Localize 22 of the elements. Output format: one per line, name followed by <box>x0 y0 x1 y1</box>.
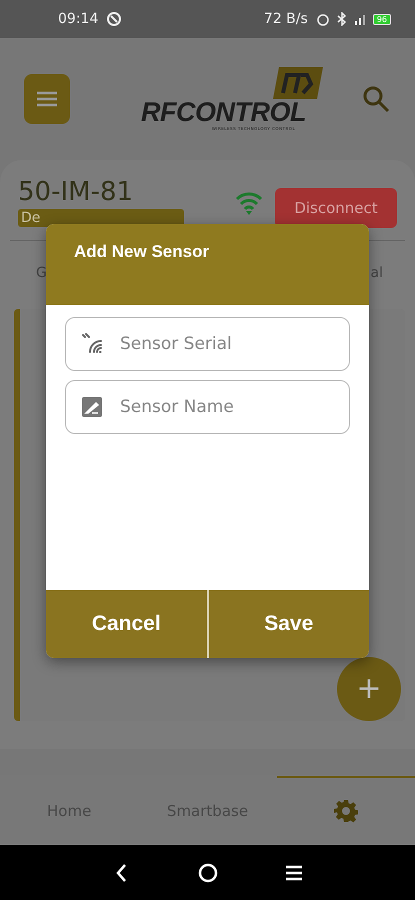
menu-icon <box>36 91 58 107</box>
cancel-button[interactable]: Cancel <box>46 590 206 658</box>
bluetooth-icon <box>334 12 349 26</box>
save-button[interactable]: Save <box>206 590 369 658</box>
disconnect-button[interactable]: Disconnect <box>275 188 397 228</box>
logo-text: RFCONTROL <box>141 99 306 126</box>
network-speed: 72 B/s <box>264 11 308 27</box>
device-id: 50-IM-81 <box>18 178 134 207</box>
dialog-title: Add New Sensor <box>74 242 210 261</box>
status-time: 09:14 <box>58 11 98 27</box>
settings-icon <box>334 799 358 823</box>
signal-icon <box>354 12 368 26</box>
text-field[interactable]: Sensor Serial <box>65 317 350 371</box>
add-button[interactable]: + <box>337 657 401 721</box>
search-icon <box>361 84 391 114</box>
signal-icon <box>80 332 104 356</box>
logo-icon <box>273 67 323 99</box>
search-button[interactable] <box>361 84 391 114</box>
battery-level: 96 <box>372 14 391 24</box>
text-field[interactable]: Sensor Name <box>65 380 350 434</box>
edit-icon <box>80 395 104 419</box>
tab[interactable]: al <box>370 265 383 305</box>
